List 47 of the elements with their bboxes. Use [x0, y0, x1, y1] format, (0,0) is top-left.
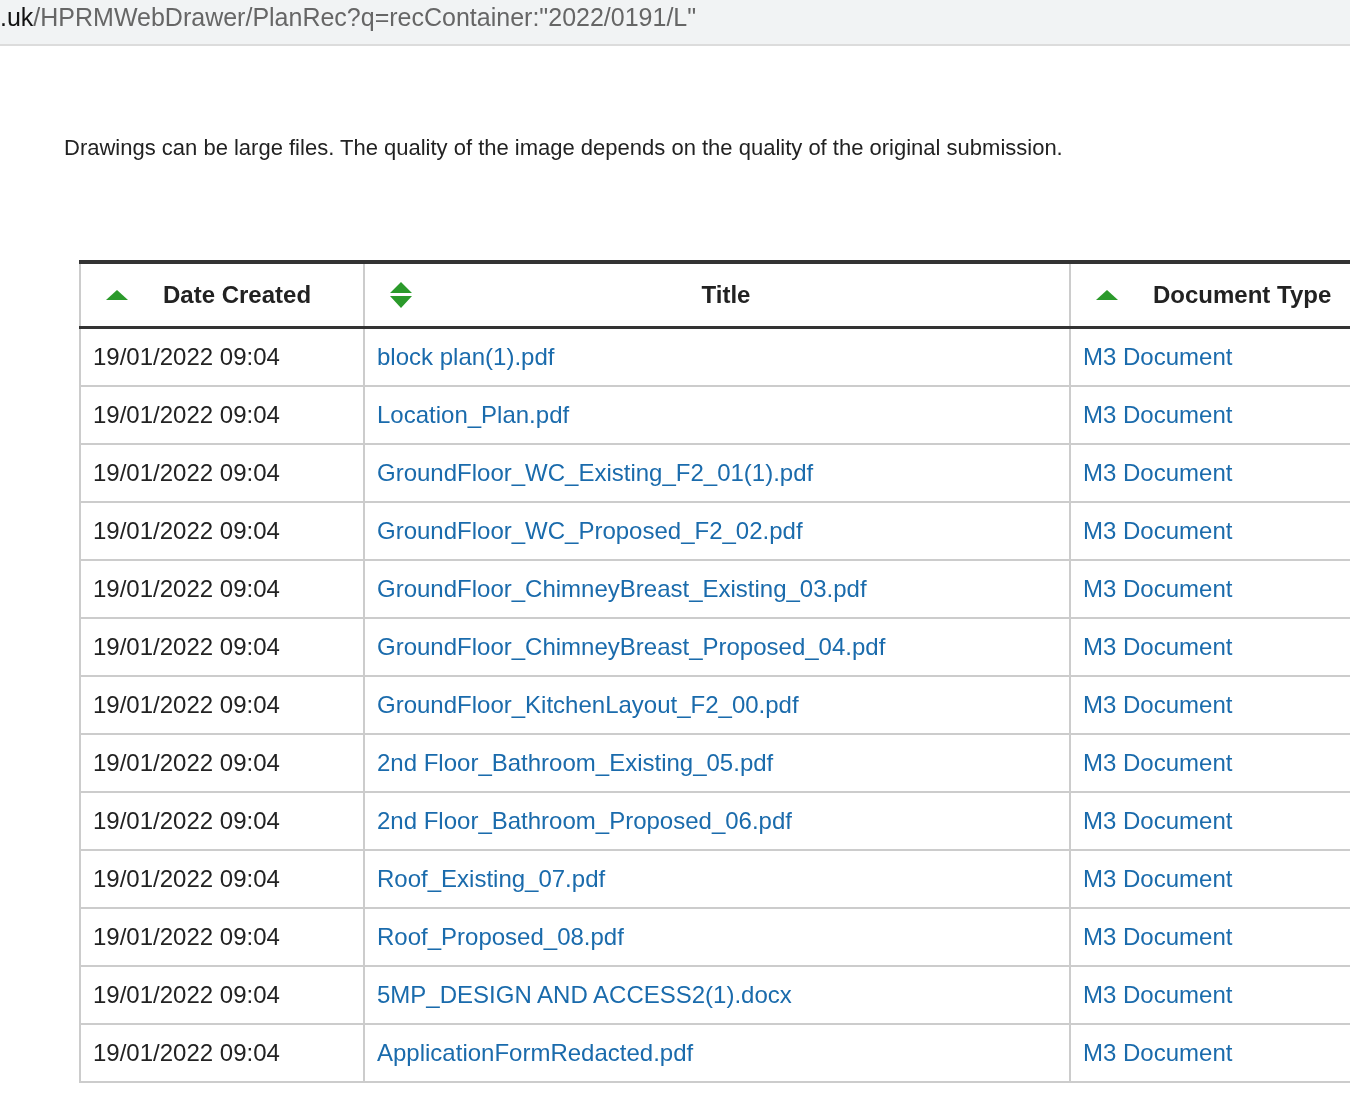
- document-type-link[interactable]: M3 Document: [1083, 923, 1233, 950]
- document-type-link[interactable]: M3 Document: [1083, 865, 1233, 892]
- document-link[interactable]: GroundFloor_WC_Existing_F2_01(1).pdf: [377, 459, 814, 486]
- document-link[interactable]: ApplicationFormRedacted.pdf: [377, 1039, 694, 1066]
- document-link[interactable]: GroundFloor_ChimneyBreast_Proposed_04.pdf: [377, 633, 886, 660]
- date-cell: 19/01/2022 09:04: [93, 459, 280, 486]
- document-type-link[interactable]: M3 Document: [1083, 807, 1233, 834]
- date-cell: 19/01/2022 09:04: [93, 575, 280, 602]
- date-cell: 19/01/2022 09:04: [93, 633, 280, 660]
- document-type-link[interactable]: M3 Document: [1083, 749, 1233, 776]
- column-header[interactable]: Title: [413, 281, 1069, 309]
- document-link[interactable]: 2nd Floor_Bathroom_Existing_05.pdf: [377, 749, 774, 776]
- date-cell: 19/01/2022 09:04: [93, 749, 280, 776]
- notice-text: Drawings can be large files. The quality of the image depends on the quality of the original submission.: [64, 134, 1064, 162]
- document-type-link[interactable]: M3 Document: [1083, 401, 1233, 428]
- document-type-link[interactable]: M3 Document: [1083, 343, 1233, 370]
- date-cell: 19/01/2022 09:04: [93, 1039, 280, 1066]
- document-link[interactable]: 5MP_DESIGN AND ACCESS2(1).docx: [377, 981, 792, 1008]
- document-link[interactable]: block plan(1).pdf: [377, 343, 555, 370]
- date-cell: 19/01/2022 09:04: [93, 865, 280, 892]
- address-bar[interactable]: .uk/HPRMWebDrawer/PlanRec?q=recContainer:"2022/0191/L": [0, 0, 1350, 46]
- column-header[interactable]: Document Type: [1153, 281, 1332, 309]
- date-cell: 19/01/2022 09:04: [93, 343, 280, 370]
- date-cell: 19/01/2022 09:04: [93, 691, 280, 718]
- date-cell: 19/01/2022 09:04: [93, 923, 280, 950]
- sort-ascending-icon[interactable]: [105, 289, 129, 301]
- date-cell: 19/01/2022 09:04: [93, 517, 280, 544]
- document-link[interactable]: Roof_Existing_07.pdf: [377, 865, 606, 892]
- document-link[interactable]: 2nd Floor_Bathroom_Proposed_06.pdf: [377, 807, 792, 834]
- document-link[interactable]: GroundFloor_ChimneyBreast_Existing_03.pdf: [377, 575, 867, 602]
- document-type-link[interactable]: M3 Document: [1083, 1039, 1233, 1066]
- sort-toggle-icon[interactable]: [389, 281, 413, 309]
- document-type-link[interactable]: M3 Document: [1083, 575, 1233, 602]
- sort-ascending-icon[interactable]: [1095, 289, 1119, 301]
- document-link[interactable]: Roof_Proposed_08.pdf: [377, 923, 624, 950]
- document-link[interactable]: GroundFloor_WC_Proposed_F2_02.pdf: [377, 517, 803, 544]
- column-header[interactable]: Date Created: [163, 281, 312, 309]
- document-type-link[interactable]: M3 Document: [1083, 459, 1233, 486]
- document-link[interactable]: GroundFloor_KitchenLayout_F2_00.pdf: [377, 691, 799, 718]
- document-type-link[interactable]: M3 Document: [1083, 633, 1233, 660]
- date-cell: 19/01/2022 09:04: [93, 981, 280, 1008]
- document-type-link[interactable]: M3 Document: [1083, 517, 1233, 544]
- document-type-link[interactable]: M3 Document: [1083, 981, 1233, 1008]
- document-link[interactable]: Location_Plan.pdf: [377, 401, 570, 428]
- date-cell: 19/01/2022 09:04: [93, 807, 280, 834]
- document-type-link[interactable]: M3 Document: [1083, 691, 1233, 718]
- date-cell: 19/01/2022 09:04: [93, 401, 280, 428]
